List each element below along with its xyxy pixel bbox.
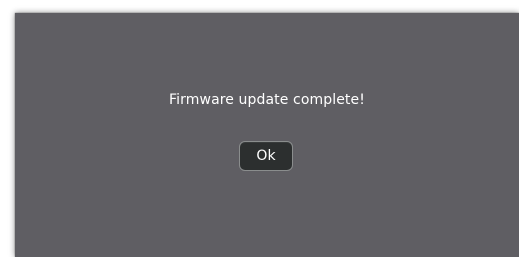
firmware-update-dialog: Firmware update complete! Ok	[15, 13, 519, 257]
ok-button[interactable]: Ok	[239, 141, 293, 171]
dialog-message: Firmware update complete!	[169, 92, 365, 108]
